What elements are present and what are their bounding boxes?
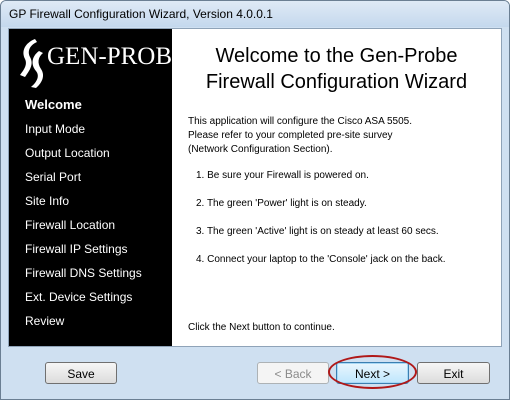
step-2: 2. The green 'Power' light is on steady. (196, 198, 367, 209)
window-title: GP Firewall Configuration Wizard, Versio… (9, 7, 273, 21)
exit-button[interactable]: Exit (417, 362, 490, 384)
step-3: 3. The green 'Active' light is on steady… (196, 226, 439, 237)
page-title: Welcome to the Gen-Probe Firewall Config… (172, 43, 501, 95)
page-title-line-2: Firewall Configuration Wizard (205, 71, 468, 93)
step-4: 4. Connect your laptop to the 'Console' … (196, 254, 446, 265)
sidebar-item-review[interactable]: Review (25, 309, 170, 333)
intro-line-2: Please refer to your completed pre-site … (188, 130, 393, 141)
intro-line-3: (Network Configuration Section). (188, 144, 333, 155)
sidebar-item-input-mode[interactable]: Input Mode (25, 117, 170, 141)
sidebar-item-output-location[interactable]: Output Location (25, 141, 170, 165)
main-content: Welcome to the Gen-Probe Firewall Config… (172, 29, 501, 346)
logo-wordmark: GEN-PROBE (47, 43, 188, 70)
sidebar: GEN-PROBE Welcome Input Mode Output Loca… (9, 29, 187, 346)
intro-line-1: This application will configure the Cisc… (188, 116, 413, 127)
sidebar-item-serial-port[interactable]: Serial Port (25, 165, 170, 189)
sidebar-item-ext-device-settings[interactable]: Ext. Device Settings (25, 285, 170, 309)
back-button[interactable]: < Back (257, 362, 329, 384)
step-1: 1. Be sure your Firewall is powered on. (196, 170, 369, 181)
save-button[interactable]: Save (45, 362, 117, 384)
gen-probe-logo-icon (20, 39, 44, 88)
title-bar[interactable]: GP Firewall Configuration Wizard, Versio… (1, 1, 509, 27)
sidebar-item-firewall-location[interactable]: Firewall Location (25, 213, 170, 237)
sidebar-item-welcome[interactable]: Welcome (25, 93, 170, 117)
page-title-line-1: Welcome to the Gen-Probe (215, 45, 458, 67)
continue-hint: Click the Next button to continue. (188, 322, 335, 333)
sidebar-item-firewall-dns-settings[interactable]: Firewall DNS Settings (25, 261, 170, 285)
next-button-highlight-circle (328, 355, 417, 389)
sidebar-item-firewall-ip-settings[interactable]: Firewall IP Settings (25, 237, 170, 261)
wizard-window: GP Firewall Configuration Wizard, Versio… (0, 0, 510, 400)
gen-probe-logo: GEN-PROBE (15, 35, 187, 91)
intro-text: This application will configure the Cisc… (188, 115, 493, 157)
wizard-panel: GEN-PROBE Welcome Input Mode Output Loca… (8, 28, 502, 347)
sidebar-item-site-info[interactable]: Site Info (25, 189, 170, 213)
wizard-steps-nav: Welcome Input Mode Output Location Seria… (25, 93, 170, 333)
